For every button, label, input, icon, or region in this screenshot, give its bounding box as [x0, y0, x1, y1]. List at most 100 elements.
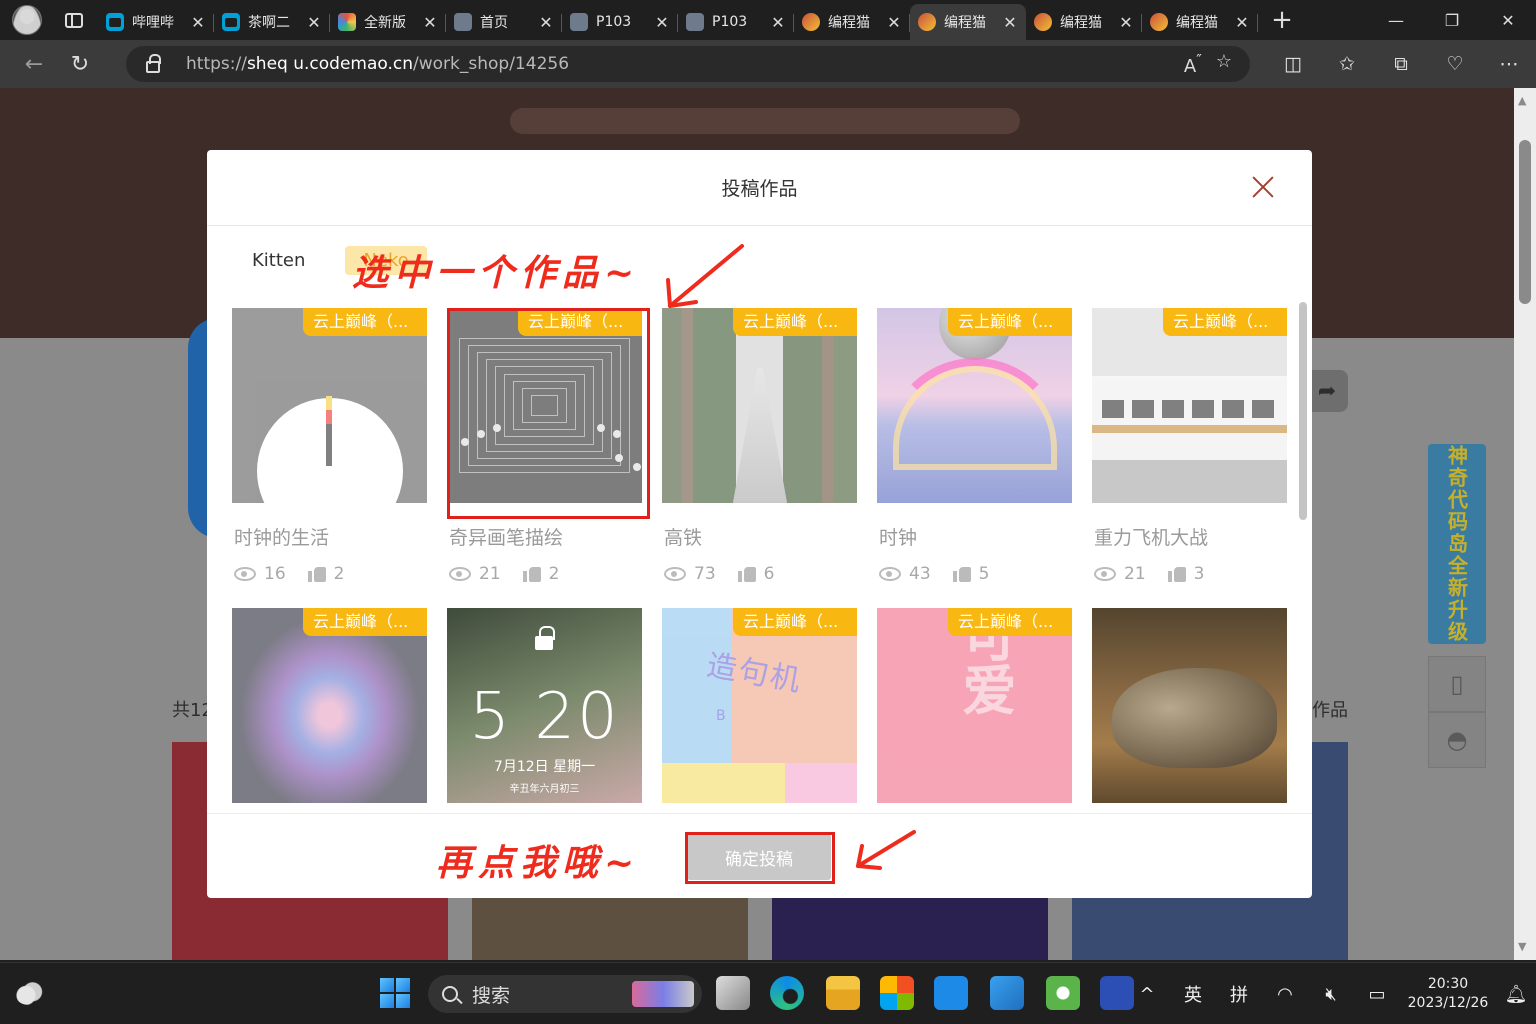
favorites-icon[interactable]: ✩	[1320, 44, 1374, 84]
microsoft-store-icon[interactable]	[880, 976, 914, 1010]
tab-close-icon[interactable]: ✕	[886, 13, 902, 32]
eye-icon	[879, 567, 901, 581]
phone-icon[interactable]: ▯	[1428, 656, 1486, 712]
more-menu-icon[interactable]: ⋯	[1482, 44, 1536, 84]
browser-tab[interactable]: P103 ✕	[562, 4, 678, 40]
page-scrollbar[interactable]: ▲ ▼	[1514, 88, 1536, 960]
work-thumbnail[interactable]: 造句机 B	[662, 608, 857, 803]
thumbs-up-icon	[952, 566, 971, 582]
work-card[interactable]: 云上巅峰（... 高铁 73 6	[662, 308, 857, 608]
browser-essentials-icon[interactable]: ♡	[1428, 44, 1482, 84]
new-tab-button[interactable]: +	[1264, 2, 1300, 38]
confirm-submit-button[interactable]: 确定投稿	[687, 834, 831, 880]
tab-close-icon[interactable]: ✕	[538, 13, 554, 32]
work-thumbnail[interactable]	[447, 308, 642, 503]
work-thumbnail[interactable]	[1092, 308, 1287, 503]
taskbar-search[interactable]: 搜索	[428, 975, 702, 1013]
telegram-icon[interactable]	[990, 976, 1024, 1010]
app-blue-icon[interactable]	[934, 976, 968, 1010]
wifi-icon[interactable]: ◠	[1262, 984, 1308, 1005]
tab-close-icon[interactable]: ✕	[422, 13, 438, 32]
collections-icon[interactable]: ⧉	[1374, 44, 1428, 84]
weather-icon[interactable]	[14, 981, 44, 1005]
work-card[interactable]: 云上巅峰（... 时钟的生活 16 2	[232, 308, 427, 608]
reload-button[interactable]: ↻	[60, 44, 100, 84]
work-thumbnail[interactable]	[662, 308, 857, 503]
lock-icon[interactable]	[146, 54, 161, 73]
work-card[interactable]: 云上巅峰（...	[232, 608, 427, 813]
arrow-to-work-icon	[666, 244, 744, 308]
forest-path	[732, 368, 788, 503]
browser-tab[interactable]: 首页 ✕	[446, 4, 562, 40]
split-screen-icon[interactable]: ◫	[1266, 44, 1320, 84]
browser-tab[interactable]: 编程猫 ✕	[1026, 4, 1142, 40]
work-card[interactable]: 5 20 7月12日 星期一 辛丑年六月初三	[447, 608, 642, 813]
work-thumbnail[interactable]	[232, 308, 427, 503]
scroll-up-icon[interactable]: ▲	[1518, 94, 1526, 107]
notification-bell-icon[interactable]: 🔔︎	[1496, 984, 1536, 1005]
tab-close-icon[interactable]: ✕	[1002, 13, 1018, 32]
browser-tab[interactable]: 茶啊二 ✕	[214, 4, 330, 40]
work-card[interactable]: 云上巅峰（... 时钟 43 5	[877, 308, 1072, 608]
work-card[interactable]: 云上巅峰（... 可爱	[877, 608, 1072, 813]
close-window-button[interactable]: ✕	[1480, 0, 1536, 40]
browser-tab[interactable]: P103 ✕	[678, 4, 794, 40]
maximize-button[interactable]: ❐	[1424, 0, 1480, 40]
file-explorer-icon[interactable]	[826, 976, 860, 1010]
tab-close-icon[interactable]: ✕	[1234, 13, 1250, 32]
ime-mode[interactable]: 拼	[1216, 981, 1262, 1007]
tab-close-icon[interactable]: ✕	[190, 13, 206, 32]
back-button[interactable]: ←	[14, 44, 54, 84]
edge-browser-icon[interactable]	[770, 976, 804, 1010]
tab-close-icon[interactable]: ✕	[306, 13, 322, 32]
tab-actions-icon	[65, 12, 83, 28]
work-thumbnail[interactable]	[232, 608, 427, 803]
codemao-icon	[1034, 13, 1052, 31]
work-thumbnail[interactable]	[877, 308, 1072, 503]
eye-icon	[664, 567, 686, 581]
taskbar-clock[interactable]: 20:30 2023/12/26	[1400, 975, 1496, 1013]
volume-muted-icon[interactable]: 🔇︎	[1308, 984, 1354, 1005]
works-grid: 云上巅峰（... 时钟的生活 16 2 云上巅峰（... 奇异画笔描绘 21 2 云上巅峰（..…	[232, 308, 1287, 813]
browser-tab[interactable]: 编程猫 ✕	[794, 4, 910, 40]
battery-icon[interactable]: ▭	[1354, 984, 1400, 1005]
work-card[interactable]: 云上巅峰（... 奇异画笔描绘 21 2	[447, 308, 642, 608]
close-icon[interactable]	[1248, 172, 1278, 202]
tab-close-icon[interactable]: ✕	[654, 13, 670, 32]
lockscreen-time: 5 20	[469, 680, 620, 754]
address-bar[interactable]: https://sheq u.codemao.cn/work_shop/1425…	[126, 46, 1250, 82]
task-view-icon[interactable]	[716, 976, 750, 1010]
modal-scrollbar-thumb[interactable]	[1299, 302, 1307, 520]
scrollbar-thumb[interactable]	[1519, 140, 1531, 304]
qq-icon[interactable]: ◓	[1428, 712, 1486, 768]
scroll-down-icon[interactable]: ▼	[1518, 940, 1526, 953]
promo-banner[interactable]: 神奇代码岛全新升级	[1428, 444, 1486, 644]
work-type-tab[interactable]: Kitten	[242, 246, 315, 275]
minimize-button[interactable]: —	[1368, 0, 1424, 40]
browser-tab[interactable]: 编程猫 ✕	[910, 4, 1026, 40]
work-card[interactable]: 云上巅峰（... 重力飞机大战 21 3	[1092, 308, 1287, 608]
profile-avatar[interactable]	[12, 5, 42, 35]
browser-tab[interactable]: 全新版 ✕	[330, 4, 446, 40]
work-thumbnail[interactable]	[1092, 608, 1287, 803]
modal-header: 投稿作品	[207, 150, 1312, 226]
tab-actions-button[interactable]	[54, 5, 94, 35]
browser-tab[interactable]: 哔哩哔 ✕	[98, 4, 214, 40]
read-aloud-icon[interactable]: A″	[1184, 51, 1202, 77]
browser-tab[interactable]: 编程猫 ✕	[1142, 4, 1258, 40]
work-thumbnail[interactable]: 5 20 7月12日 星期一 辛丑年六月初三	[447, 608, 642, 803]
work-card[interactable]	[1092, 608, 1287, 813]
ime-language[interactable]: 英	[1170, 981, 1216, 1007]
share-icon[interactable]: ➦	[1306, 370, 1348, 412]
chevron-up-icon[interactable]: ^	[1124, 984, 1170, 1005]
train-window	[1222, 400, 1244, 418]
favorite-star-icon[interactable]: ☆	[1216, 51, 1232, 77]
train-window	[1132, 400, 1154, 418]
tab-close-icon[interactable]: ✕	[770, 13, 786, 32]
work-thumbnail[interactable]: 可爱	[877, 608, 1072, 803]
tab-close-icon[interactable]: ✕	[1118, 13, 1134, 32]
start-button[interactable]	[380, 978, 410, 1008]
event-tag: 云上巅峰（...	[733, 308, 857, 336]
work-card[interactable]: 云上巅峰（... 造句机 B	[662, 608, 857, 813]
app-green-icon[interactable]	[1046, 976, 1080, 1010]
